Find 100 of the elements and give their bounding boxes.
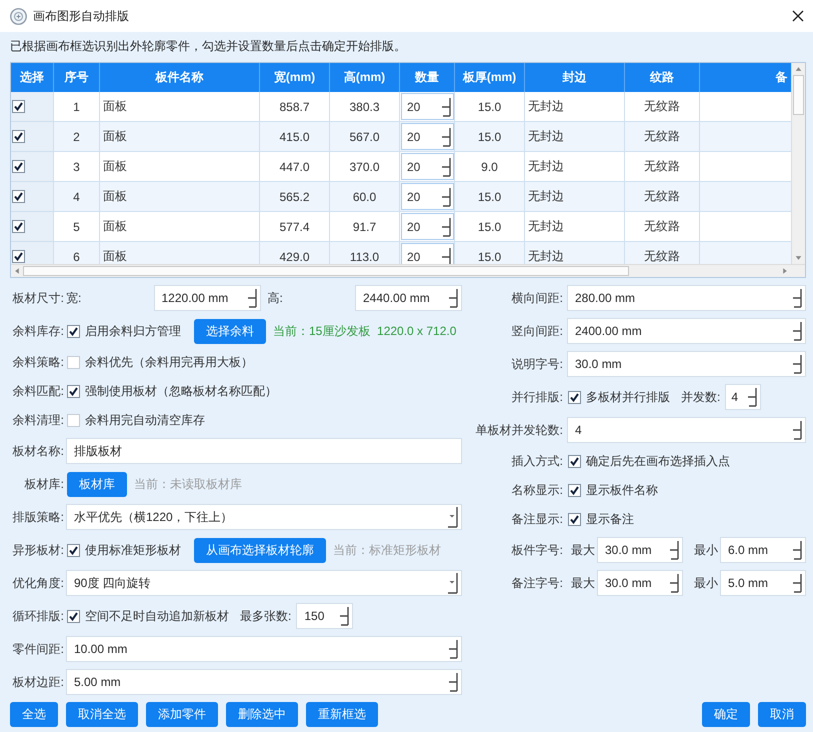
quantity-spinbox[interactable]: 20 bbox=[401, 123, 454, 150]
row-checkbox[interactable] bbox=[12, 160, 25, 173]
instruction-text: 已根据画布框选识别出外轮廓零件，勾选并设置数量后点击确定开始排版。 bbox=[10, 38, 407, 54]
field-label: 板材尺寸: bbox=[12, 290, 64, 306]
field-label: 余料库存: bbox=[12, 322, 64, 340]
checkbox[interactable] bbox=[568, 512, 581, 526]
vertical-scrollbar[interactable] bbox=[791, 63, 805, 264]
field-label: 并行排版: bbox=[510, 388, 563, 406]
spin-field[interactable]: 4 bbox=[725, 384, 762, 410]
checkbox-label: 强制使用板材（忽略板材名称匹配） bbox=[85, 382, 277, 400]
checkbox-label: 空间不足时自动追加新板材 bbox=[85, 608, 229, 624]
field-label: 循环排版: bbox=[12, 608, 64, 624]
checkbox-label: 启用余料归方管理 bbox=[85, 322, 181, 340]
field-label: 高: bbox=[268, 290, 283, 306]
quantity-spinbox[interactable]: 20 bbox=[401, 213, 454, 240]
spinner-icon[interactable] bbox=[448, 288, 458, 308]
action-button[interactable]: 从画布选择板材轮廓 bbox=[194, 538, 326, 562]
checkbox[interactable] bbox=[67, 324, 80, 338]
checkbox-label: 显示板件名称 bbox=[586, 482, 658, 498]
spin-field[interactable]: 280.00 mm bbox=[567, 285, 806, 311]
checkbox[interactable] bbox=[568, 484, 581, 496]
spin-field[interactable]: 2400.00 mm bbox=[567, 318, 806, 344]
row-checkbox[interactable] bbox=[12, 190, 25, 203]
scrollbar-thumb[interactable] bbox=[23, 266, 629, 276]
spinner-icon[interactable] bbox=[792, 420, 802, 440]
field-label: 零件间距: bbox=[12, 640, 64, 658]
dropdown-caret-icon[interactable] bbox=[446, 506, 458, 528]
spin-field[interactable]: 6.0 mm bbox=[720, 537, 806, 563]
spinner-icon[interactable] bbox=[448, 639, 458, 659]
spin-field[interactable]: 30.0 mm bbox=[597, 570, 683, 596]
spinner-icon[interactable] bbox=[441, 126, 451, 146]
row-checkbox[interactable] bbox=[12, 250, 25, 263]
checkbox[interactable] bbox=[67, 356, 80, 368]
spinner-icon[interactable] bbox=[441, 216, 451, 236]
field-label: 余料策略: bbox=[12, 354, 64, 370]
row-checkbox[interactable] bbox=[12, 100, 25, 113]
dropdown-caret-icon[interactable] bbox=[446, 572, 458, 594]
checkbox[interactable] bbox=[67, 414, 80, 426]
spin-field[interactable]: 1220.00 mm bbox=[154, 285, 260, 311]
quantity-spinbox[interactable]: 20 bbox=[401, 153, 454, 180]
checkbox[interactable] bbox=[67, 544, 80, 556]
field-label: 最多张数: bbox=[240, 608, 292, 624]
row-checkbox[interactable] bbox=[12, 130, 25, 143]
quantity-spinbox[interactable]: 20 bbox=[401, 183, 454, 210]
spinner-icon[interactable] bbox=[448, 672, 458, 692]
ok-button[interactable]: 确定 bbox=[702, 702, 750, 727]
field-label: 优化角度: bbox=[12, 574, 64, 592]
spinner-icon[interactable] bbox=[792, 288, 802, 308]
horizontal-scrollbar[interactable] bbox=[11, 264, 805, 277]
dropdown[interactable]: 水平优先（横1220，下往上） bbox=[66, 504, 462, 530]
field-label: 排版策略: bbox=[12, 508, 64, 526]
spinner-icon[interactable] bbox=[792, 354, 802, 374]
field-label: 板材库: bbox=[24, 476, 64, 492]
dropdown[interactable]: 90度 四向旋转 bbox=[66, 570, 462, 596]
spin-field[interactable]: 5.00 mm bbox=[66, 669, 462, 695]
field-label: 名称显示: bbox=[510, 482, 563, 498]
window-title: 画布图形自动排版 bbox=[33, 8, 130, 24]
spin-field[interactable]: 2440.00 mm bbox=[355, 285, 462, 311]
row-checkbox[interactable] bbox=[12, 220, 25, 233]
checkbox[interactable] bbox=[67, 384, 80, 398]
field-label: 并发数: bbox=[681, 388, 720, 406]
spinner-icon[interactable] bbox=[441, 156, 451, 176]
field-label: 异形板材: bbox=[12, 542, 64, 558]
spinner-icon[interactable] bbox=[747, 387, 758, 407]
spinner-icon[interactable] bbox=[792, 321, 802, 341]
deselect-all-button[interactable]: 取消全选 bbox=[66, 702, 138, 727]
spin-field[interactable]: 30.0 mm bbox=[597, 537, 683, 563]
close-icon[interactable] bbox=[792, 10, 804, 22]
quantity-spinbox[interactable]: 20 bbox=[401, 93, 454, 120]
spin-field[interactable]: 4 bbox=[567, 417, 806, 443]
checkbox[interactable] bbox=[67, 610, 80, 622]
spin-field[interactable]: 5.0 mm bbox=[720, 570, 806, 596]
add-part-button[interactable]: 添加零件 bbox=[146, 702, 218, 727]
field-label: 最大 bbox=[570, 542, 595, 558]
delete-selected-button[interactable]: 删除选中 bbox=[226, 702, 298, 727]
checkbox[interactable] bbox=[568, 454, 581, 468]
scrollbar-thumb[interactable] bbox=[793, 75, 804, 115]
select-all-button[interactable]: 全选 bbox=[10, 702, 58, 727]
spinner-icon[interactable] bbox=[441, 96, 451, 116]
spinner-icon[interactable] bbox=[339, 606, 350, 626]
reselect-button[interactable]: 重新框选 bbox=[306, 702, 378, 727]
field-label: 插入方式: bbox=[510, 452, 563, 470]
spinner-icon[interactable] bbox=[246, 288, 256, 308]
spinner-icon[interactable] bbox=[792, 540, 802, 560]
action-button[interactable]: 选择余料 bbox=[194, 318, 266, 344]
checkbox-label: 使用标准矩形板材 bbox=[85, 542, 181, 558]
spinner-icon[interactable] bbox=[792, 573, 802, 593]
spinner-icon[interactable] bbox=[669, 540, 679, 560]
text-field[interactable]: 排版板材 bbox=[66, 438, 462, 464]
cancel-button[interactable]: 取消 bbox=[758, 702, 806, 727]
checkbox-label: 多板材并行排版 bbox=[586, 388, 670, 406]
action-button[interactable]: 板材库 bbox=[67, 472, 127, 496]
spin-field[interactable]: 150 bbox=[296, 603, 354, 629]
quantity-spinbox[interactable]: 20 bbox=[401, 243, 454, 264]
spin-field[interactable]: 30.0 mm bbox=[567, 351, 806, 377]
spinner-icon[interactable] bbox=[441, 246, 451, 264]
spinner-icon[interactable] bbox=[441, 186, 451, 206]
spinner-icon[interactable] bbox=[669, 573, 679, 593]
checkbox[interactable] bbox=[568, 390, 581, 404]
spin-field[interactable]: 10.00 mm bbox=[66, 636, 462, 662]
